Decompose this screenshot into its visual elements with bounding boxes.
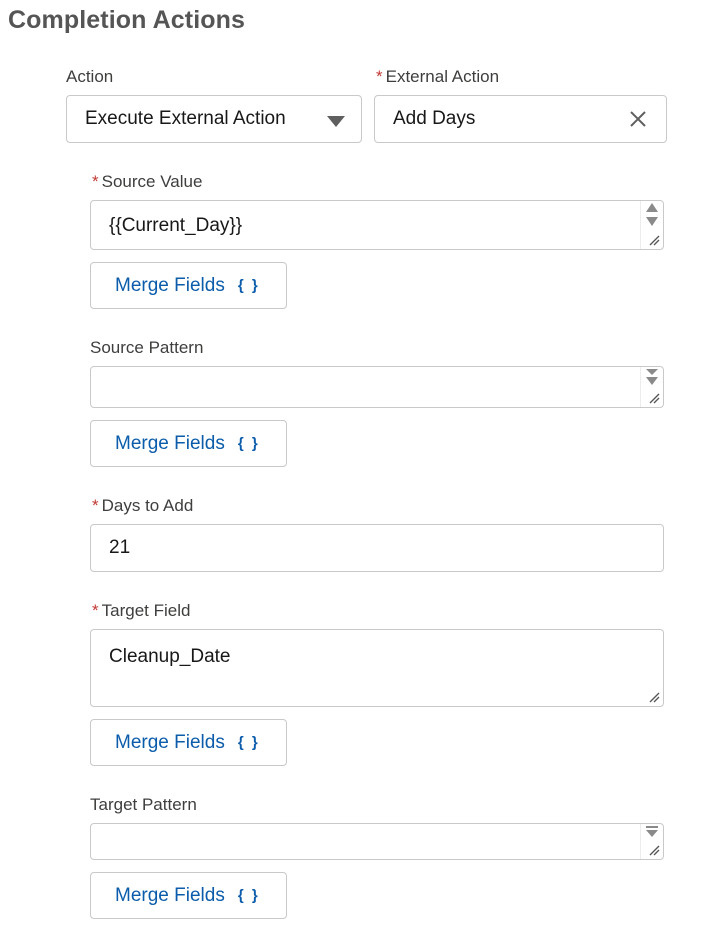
external-action-input[interactable]: Add Days [374, 95, 667, 143]
chevron-down-icon [327, 116, 345, 127]
required-marker: * [376, 67, 383, 86]
merge-fields-button[interactable]: Merge Fields { } [90, 262, 287, 309]
action-label-text: Action [66, 67, 114, 86]
target-field-textarea[interactable]: Cleanup_Date [90, 629, 664, 707]
external-action-value: Add Days [393, 108, 476, 129]
merge-fields-label: Merge Fields [115, 884, 225, 906]
merge-fields-label: Merge Fields [115, 432, 225, 454]
source-value-textarea[interactable]: {{Current_Day}} [90, 200, 664, 250]
target-field-value: Cleanup_Date [109, 646, 231, 667]
scroll-arrows-icon[interactable] [645, 202, 659, 228]
resize-handle-icon[interactable] [648, 844, 660, 856]
braces-icon: { } [237, 734, 260, 751]
action-label: Action [66, 67, 113, 87]
source-value-label-text: Source Value [101, 172, 203, 191]
close-icon[interactable] [628, 109, 648, 129]
braces-icon: { } [237, 435, 260, 452]
target-pattern-label: Target Pattern [90, 795, 197, 815]
days-to-add-input[interactable]: 21 [90, 524, 664, 572]
completion-actions-panel: Completion Actions Action Execute Extern… [0, 0, 701, 932]
merge-fields-button[interactable]: Merge Fields { } [90, 872, 287, 919]
merge-fields-label: Merge Fields [115, 274, 225, 296]
required-marker: * [92, 496, 99, 515]
action-select-value: Execute External Action [85, 108, 286, 129]
action-select[interactable]: Execute External Action [66, 95, 362, 143]
source-pattern-label: Source Pattern [90, 338, 203, 358]
merge-fields-button[interactable]: Merge Fields { } [90, 719, 287, 766]
target-pattern-textarea[interactable] [90, 823, 664, 860]
source-pattern-label-text: Source Pattern [90, 338, 204, 357]
scroll-arrows-icon[interactable] [645, 825, 659, 839]
source-pattern-textarea[interactable] [90, 366, 664, 408]
target-pattern-label-text: Target Pattern [90, 795, 197, 814]
braces-icon: { } [237, 277, 260, 294]
external-action-label: * External Action [376, 67, 499, 87]
required-marker: * [92, 601, 99, 620]
external-action-label-text: External Action [385, 67, 500, 86]
target-field-label: * Target Field [92, 601, 190, 621]
merge-fields-label: Merge Fields [115, 731, 225, 753]
target-field-label-text: Target Field [101, 601, 191, 620]
days-to-add-value: 21 [109, 537, 131, 558]
merge-fields-button[interactable]: Merge Fields { } [90, 420, 287, 467]
braces-icon: { } [237, 887, 260, 904]
section-title: Completion Actions [8, 6, 245, 34]
source-value-label: * Source Value [92, 172, 202, 192]
source-value-text: {{Current_Day}} [109, 215, 243, 236]
resize-handle-icon[interactable] [648, 234, 660, 246]
scroll-arrows-icon[interactable] [645, 368, 659, 386]
days-to-add-label-text: Days to Add [101, 496, 194, 515]
resize-handle-icon[interactable] [648, 691, 660, 703]
required-marker: * [92, 172, 99, 191]
resize-handle-icon[interactable] [648, 392, 660, 404]
days-to-add-label: * Days to Add [92, 496, 193, 516]
